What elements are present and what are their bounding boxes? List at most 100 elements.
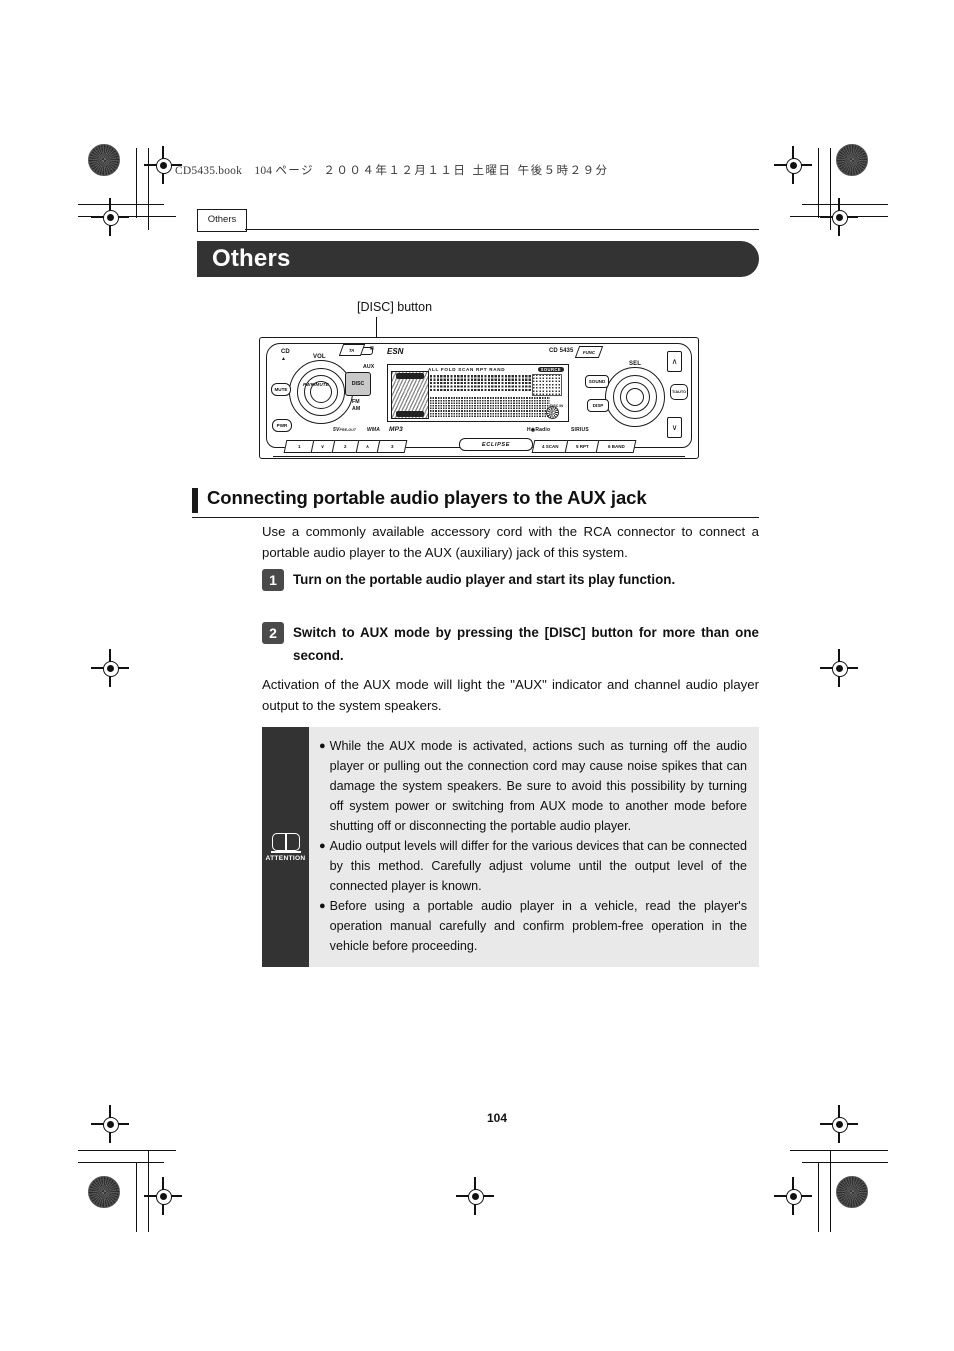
section-heading: Connecting portable audio players to the… (192, 487, 759, 519)
down-arrow-button[interactable]: ∨ (667, 417, 682, 438)
attention-box: ATTENTION ● While the AUX mode is activa… (262, 727, 759, 967)
volume-label: VOL (313, 354, 326, 360)
print-header-filename: CD5435.book (175, 165, 243, 177)
registration-mark-left-upper (91, 198, 129, 236)
chapter-tab: Others (197, 209, 247, 232)
head-unit-illustration: CD ▲ VOL PWR/MUTE MUTE PWR TA AUX DISC F… (259, 337, 699, 459)
sel-label: SEL (629, 361, 641, 367)
print-header: CD5435.book 104 ページ ２００４年１２月１１日 土曜日 午後５時… (175, 162, 609, 178)
step-1: 1 Turn on the portable audio player and … (262, 568, 759, 591)
attention-bullet-3: ● Before using a portable audio player i… (319, 896, 747, 956)
print-header-page-word: ページ (275, 163, 315, 177)
preset-button-3[interactable]: 3 (376, 440, 408, 453)
lcd-display: ALL FOLD SCAN RPT RAND SOURCE DISC IN (387, 364, 569, 422)
func-button[interactable]: FUNC (574, 346, 604, 358)
chapter-banner-title: Others (212, 245, 291, 272)
registration-mark-left-lower (91, 1105, 129, 1143)
up-arrow-button[interactable]: ∧ (667, 351, 682, 372)
registration-mark-top-left (144, 146, 182, 184)
section-heading-rule (192, 517, 759, 519)
disc-button[interactable]: DISC (345, 372, 371, 396)
print-header-page: 104 (254, 165, 273, 177)
preout-badge: 5VPRE-OUT (333, 427, 357, 433)
preset-button-6-band[interactable]: 6 BAND (595, 440, 637, 453)
sirius-badge: SIRIUS (571, 427, 589, 433)
hd-radio-badge: H◉Radio (527, 427, 551, 433)
density-patch-top-right (836, 144, 868, 176)
step-2-text: Switch to AUX mode by pressing the [DISC… (293, 625, 759, 663)
aux-label: AUX (363, 364, 375, 370)
note-paragraph-block: Activation of the AUX mode will light th… (262, 674, 759, 716)
attention-bullet-2-text: Audio output levels will differ for the … (329, 839, 747, 893)
print-header-date: ２００４年１２月１１日 (323, 163, 467, 177)
density-patch-top-left (88, 144, 120, 176)
section-heading-bar (192, 488, 198, 513)
disc-button-callout-label: [DISC] button (357, 300, 433, 314)
eclipse-logo: ECLIPSE (459, 438, 533, 451)
chapter-tab-rule (245, 228, 759, 231)
power-mute-knob-label: PWR/MUTE (303, 382, 329, 387)
lcd-dot-matrix (430, 397, 550, 417)
cd-eject-icon: ▲ (281, 356, 287, 362)
preset-button-4-scan[interactable]: 4 SCAN (531, 440, 569, 453)
disc-icon (546, 406, 559, 419)
cd-eject-label: CD (281, 349, 290, 355)
density-patch-bottom-right (836, 1176, 868, 1208)
step-2: 2 Switch to AUX mode by pressing the [DI… (262, 621, 759, 667)
attention-icon-panel: ATTENTION (262, 727, 309, 967)
mp3-badge: MP3 (389, 426, 403, 433)
sound-button[interactable]: SOUND (585, 375, 609, 388)
registration-mark-left-middle (91, 649, 129, 687)
esn-badge-icon: ▤ (370, 345, 374, 350)
preset-button-5-rpt[interactable]: 5 RPT (564, 440, 600, 453)
attention-bullet-3-text: Before using a portable audio player in … (329, 899, 747, 953)
intro-paragraph-block: Use a commonly available accessory cord … (262, 521, 759, 563)
page-number: 104 (487, 1111, 508, 1125)
document-page: CD5435.book 104 ページ ２００４年１２月１１日 土曜日 午後５時… (0, 0, 954, 1351)
lcd-source-label: SOURCE (537, 367, 564, 372)
model-number: CD 5435 (549, 348, 574, 354)
am-label: AM (352, 406, 361, 412)
note-paragraph: Activation of the AUX mode will light th… (262, 677, 759, 713)
fm-label: FM (352, 399, 360, 405)
registration-mark-right-middle (820, 649, 858, 687)
disp-button[interactable]: DISP (587, 399, 609, 412)
registration-mark-top-right (774, 146, 812, 184)
brand-logo: ESN (387, 347, 404, 356)
registration-mark-bottom-left (144, 1177, 182, 1215)
step-1-number: 1 (262, 569, 284, 591)
step-2-number: 2 (262, 622, 284, 644)
attention-bullet-1-text: While the AUX mode is activated, actions… (329, 739, 747, 833)
volume-knob[interactable] (289, 360, 353, 424)
attention-bullet-1: ● While the AUX mode is activated, actio… (319, 736, 747, 836)
print-header-weekday: 土曜日 (472, 163, 512, 177)
lcd-eq-graphic (391, 371, 429, 419)
chapter-tab-area: Others (197, 209, 759, 232)
bullet-glyph: ● (319, 740, 326, 752)
lcd-indicator-row: ALL FOLD SCAN RPT RAND (428, 367, 506, 372)
registration-mark-right-lower (820, 1105, 858, 1143)
attention-body: ● While the AUX mode is activated, actio… (309, 727, 759, 967)
lcd-numeric-digits (532, 374, 562, 396)
registration-mark-bottom-right (774, 1177, 812, 1215)
attention-caption: ATTENTION (265, 854, 306, 862)
bullet-glyph: ● (319, 840, 326, 852)
lcd-segment-grid (430, 375, 538, 391)
chapter-banner: Others (197, 241, 759, 277)
sel-knob[interactable] (605, 367, 665, 427)
preset-button-1[interactable]: 1 (283, 440, 315, 453)
t-auto-button[interactable]: T/AUTO (670, 384, 688, 400)
intro-paragraph: Use a commonly available accessory cord … (262, 524, 759, 560)
registration-mark-bottom-center (456, 1177, 494, 1215)
open-book-icon (270, 832, 301, 853)
step-1-text: Turn on the portable audio player and st… (293, 572, 676, 587)
section-heading-title: Connecting portable audio players to the… (207, 487, 647, 508)
mute-button[interactable]: MUTE (271, 383, 291, 396)
head-unit-bottom-rail (273, 455, 685, 457)
ta-button[interactable]: TA (338, 344, 366, 356)
density-patch-bottom-left (88, 1176, 120, 1208)
registration-mark-right-upper (820, 198, 858, 236)
power-button[interactable]: PWR (272, 419, 292, 432)
bullet-glyph: ● (319, 900, 326, 912)
print-header-time: 午後５時２９分 (517, 163, 609, 177)
